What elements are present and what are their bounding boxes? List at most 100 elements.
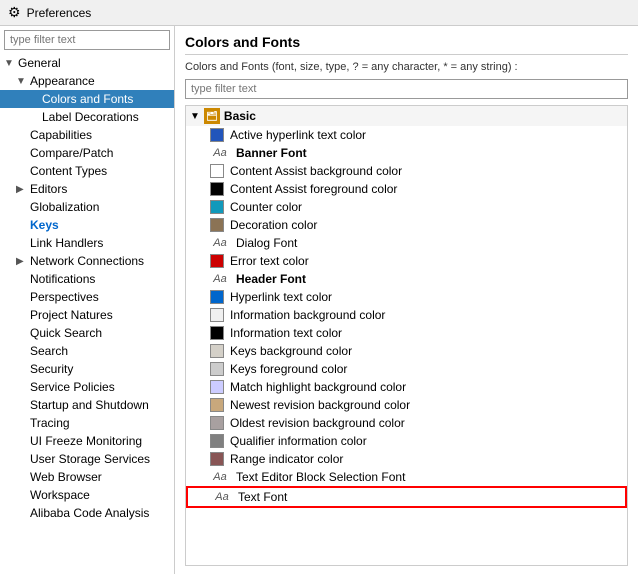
tree-item-startup-shutdown[interactable]: Startup and Shutdown [0, 396, 174, 414]
color-swatch-range-indicator [210, 452, 224, 466]
tree-item-link-handlers[interactable]: Link Handlers [0, 234, 174, 252]
tree-label-project-natures: Project Natures [30, 308, 113, 322]
tree-item-compare-patch[interactable]: Compare/Patch [0, 144, 174, 162]
color-swatch-content-assist-bg [210, 164, 224, 178]
tree-item-search[interactable]: Search [0, 342, 174, 360]
color-item-banner-font[interactable]: AaBanner Font [186, 144, 627, 162]
color-item-hyperlink-text[interactable]: Hyperlink text color [186, 288, 627, 306]
font-indicator-dialog-font: Aa [210, 237, 230, 249]
color-label-content-assist-fg: Content Assist foreground color [230, 182, 397, 196]
tree-label-perspectives: Perspectives [30, 290, 99, 304]
tree-label-startup-shutdown: Startup and Shutdown [30, 398, 149, 412]
tree-item-security[interactable]: Security [0, 360, 174, 378]
color-item-qualifier-info[interactable]: Qualifier information color [186, 432, 627, 450]
tree-label-tracing: Tracing [30, 416, 70, 430]
color-label-error-text: Error text color [230, 254, 309, 268]
tree-item-keys[interactable]: Keys [0, 216, 174, 234]
tree-item-content-types[interactable]: Content Types [0, 162, 174, 180]
color-group-basic[interactable]: ▼ 🗂 Basic [186, 106, 627, 126]
tree-label-content-types: Content Types [30, 164, 107, 178]
color-item-counter-color[interactable]: Counter color [186, 198, 627, 216]
color-label-info-text: Information text color [230, 326, 342, 340]
group-label: Basic [224, 109, 256, 123]
group-arrow: ▼ [190, 111, 200, 122]
tree-item-alibaba[interactable]: Alibaba Code Analysis [0, 504, 174, 522]
tree-label-label-decoration: Label Decorations [42, 110, 139, 124]
tree-item-appearance[interactable]: ▼Appearance [0, 72, 174, 90]
color-label-text-editor-block: Text Editor Block Selection Font [236, 470, 405, 484]
tree-item-general[interactable]: ▼General [0, 54, 174, 72]
color-item-dialog-font[interactable]: AaDialog Font [186, 234, 627, 252]
font-indicator-header-font: Aa [210, 273, 230, 285]
left-filter-input[interactable] [4, 30, 170, 50]
tree-label-web-browser: Web Browser [30, 470, 102, 484]
color-item-content-assist-fg[interactable]: Content Assist foreground color [186, 180, 627, 198]
color-item-header-font[interactable]: AaHeader Font [186, 270, 627, 288]
color-label-active-hyperlink: Active hyperlink text color [230, 128, 366, 142]
color-item-newest-revision-bg[interactable]: Newest revision background color [186, 396, 627, 414]
tree-item-label-decoration[interactable]: Label Decorations [0, 108, 174, 126]
tree-item-project-natures[interactable]: Project Natures [0, 306, 174, 324]
color-item-info-bg[interactable]: Information background color [186, 306, 627, 324]
color-item-content-assist-bg[interactable]: Content Assist background color [186, 162, 627, 180]
tree-item-colors-and-fonts[interactable]: Colors and Fonts [0, 90, 174, 108]
color-label-keys-bg: Keys background color [230, 344, 352, 358]
color-item-keys-bg[interactable]: Keys background color [186, 342, 627, 360]
tree-item-editors[interactable]: ▶Editors [0, 180, 174, 198]
color-label-content-assist-bg: Content Assist background color [230, 164, 402, 178]
tree-item-capabilities[interactable]: Capabilities [0, 126, 174, 144]
color-item-match-highlight-bg[interactable]: Match highlight background color [186, 378, 627, 396]
tree-label-quick-search: Quick Search [30, 326, 102, 340]
color-item-info-text[interactable]: Information text color [186, 324, 627, 342]
color-swatch-content-assist-fg [210, 182, 224, 196]
tree-item-service-policies[interactable]: Service Policies [0, 378, 174, 396]
tree-item-ui-freeze[interactable]: UI Freeze Monitoring [0, 432, 174, 450]
color-swatch-newest-revision-bg [210, 398, 224, 412]
color-item-error-text[interactable]: Error text color [186, 252, 627, 270]
tree-item-quick-search[interactable]: Quick Search [0, 324, 174, 342]
tree-label-capabilities: Capabilities [30, 128, 92, 142]
tree-item-tracing[interactable]: Tracing [0, 414, 174, 432]
main-content: ▼General▼Appearance Colors and Fonts Lab… [0, 26, 638, 574]
tree-label-link-handlers: Link Handlers [30, 236, 103, 250]
color-label-info-bg: Information background color [230, 308, 385, 322]
tree-item-perspectives[interactable]: Perspectives [0, 288, 174, 306]
color-item-decoration-color[interactable]: Decoration color [186, 216, 627, 234]
color-label-decoration-color: Decoration color [230, 218, 317, 232]
tree-label-compare-patch: Compare/Patch [30, 146, 113, 160]
tree-item-network-connection[interactable]: ▶Network Connections [0, 252, 174, 270]
tree-label-service-policies: Service Policies [30, 380, 115, 394]
right-filter-input[interactable] [185, 79, 628, 99]
color-item-active-hyperlink[interactable]: Active hyperlink text color [186, 126, 627, 144]
tree-label-globalization: Globalization [30, 200, 99, 214]
tree-item-workspace[interactable]: Workspace [0, 486, 174, 504]
tree-label-alibaba: Alibaba Code Analysis [30, 506, 149, 520]
tree-arrow-general: ▼ [4, 58, 16, 69]
color-swatch-info-text [210, 326, 224, 340]
color-item-oldest-revision-bg[interactable]: Oldest revision background color [186, 414, 627, 432]
font-indicator-text-font: Aa [212, 491, 232, 503]
color-swatch-keys-bg [210, 344, 224, 358]
tree-item-globalization[interactable]: Globalization [0, 198, 174, 216]
group-icon: 🗂 [204, 108, 220, 124]
tree-label-network-connection: Network Connections [30, 254, 144, 268]
tree-arrow-appearance: ▼ [16, 76, 28, 87]
color-swatch-keys-fg [210, 362, 224, 376]
color-item-keys-fg[interactable]: Keys foreground color [186, 360, 627, 378]
tree-item-user-storage[interactable]: User Storage Services [0, 450, 174, 468]
preferences-icon: ⚙ [8, 4, 21, 21]
tree-arrow-network-connection: ▶ [16, 256, 28, 267]
tree-label-ui-freeze: UI Freeze Monitoring [30, 434, 142, 448]
tree-label-appearance: Appearance [30, 74, 95, 88]
title-bar: ⚙ Preferences [0, 0, 638, 26]
color-item-text-editor-block[interactable]: AaText Editor Block Selection Font [186, 468, 627, 486]
tree-item-notifications[interactable]: Notifications [0, 270, 174, 288]
color-label-qualifier-info: Qualifier information color [230, 434, 367, 448]
color-item-range-indicator[interactable]: Range indicator color [186, 450, 627, 468]
color-item-text-font[interactable]: AaText Font [186, 486, 627, 508]
color-swatch-match-highlight-bg [210, 380, 224, 394]
tree-label-general: General [18, 56, 61, 70]
left-panel: ▼General▼Appearance Colors and Fonts Lab… [0, 26, 175, 574]
tree-item-web-browser[interactable]: Web Browser [0, 468, 174, 486]
tree-label-security: Security [30, 362, 73, 376]
